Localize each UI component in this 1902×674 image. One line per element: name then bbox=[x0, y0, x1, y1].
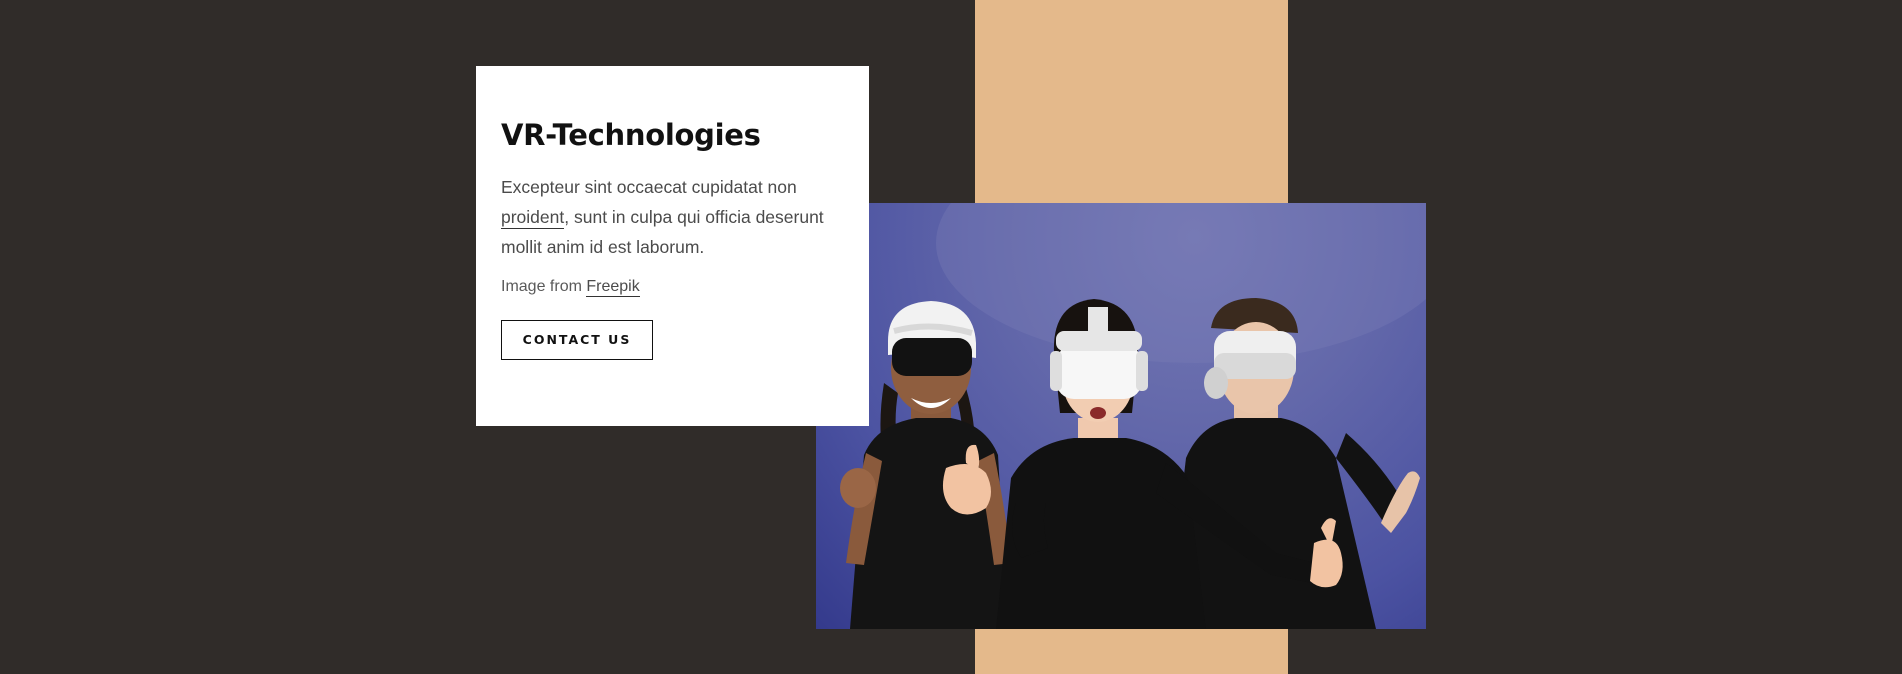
freepik-link[interactable]: Freepik bbox=[586, 278, 640, 297]
info-card: VR-Technologies Excepteur sint occaecat … bbox=[476, 66, 869, 426]
vr-photo bbox=[816, 203, 1426, 629]
credit-prefix: Image from bbox=[501, 278, 587, 295]
card-title: VR-Technologies bbox=[501, 118, 761, 152]
proident-link[interactable]: proident bbox=[501, 207, 565, 229]
image-credit: Image from Freepik bbox=[501, 274, 844, 300]
contact-us-button[interactable]: CONTACT US bbox=[501, 320, 653, 360]
description-text-start: Excepteur sint occaecat cupidatat non bbox=[501, 177, 797, 197]
card-description: Excepteur sint occaecat cupidatat non pr… bbox=[501, 172, 836, 262]
